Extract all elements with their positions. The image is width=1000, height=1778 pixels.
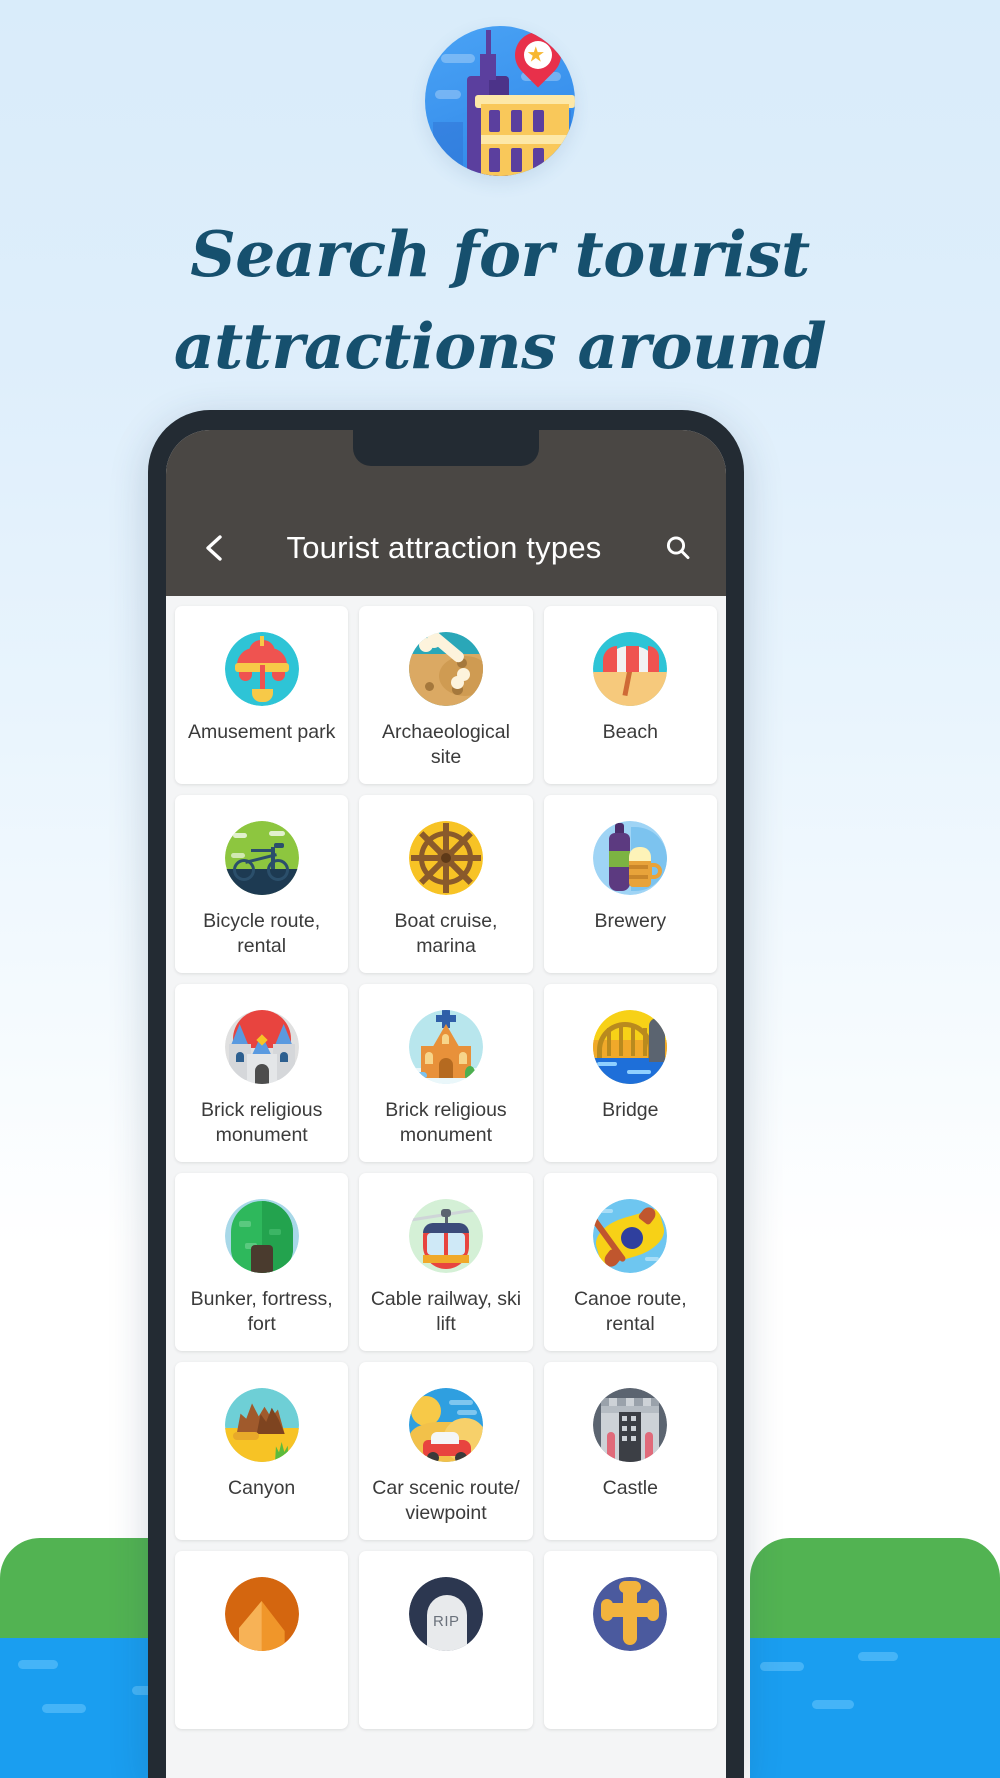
grid-item-castle[interactable]: Castle xyxy=(543,1362,717,1540)
grid-item-beach[interactable]: Beach xyxy=(543,606,717,784)
ship-wheel-icon xyxy=(408,821,483,895)
grid-item-bicycle-route[interactable]: Bicycle route, rental xyxy=(175,795,349,973)
bone-dig-icon xyxy=(408,632,483,706)
grid-item-cross-monument[interactable] xyxy=(543,1551,717,1729)
search-icon xyxy=(666,536,690,560)
headline-line-2: attractions around xyxy=(173,309,827,383)
grid-item-label: Cable railway, ski lift xyxy=(370,1288,522,1335)
grid-item-car-scenic-route[interactable]: Car scenic route/ viewpoint xyxy=(359,1362,533,1540)
grid-item-label: Beach xyxy=(602,721,658,743)
attraction-type-grid: Amusement park Archaeological site Beach… xyxy=(175,606,717,1729)
grass xyxy=(750,1538,1000,1648)
grid-item-amusement-park[interactable]: Amusement park xyxy=(175,606,349,784)
app-bar-title: Tourist attraction types xyxy=(286,530,602,565)
headline-line-1: Search for tourist xyxy=(190,217,810,291)
grid-item-archaeological-site[interactable]: Archaeological site xyxy=(359,606,533,784)
grid-item-cave[interactable] xyxy=(175,1551,349,1729)
cave-icon xyxy=(224,1577,299,1651)
grid-item-label: Canoe route, rental xyxy=(573,1288,687,1335)
grid-item-label: Bunker, fortress, fort xyxy=(190,1288,333,1335)
back-button[interactable] xyxy=(192,526,236,570)
grid-item-boat-cruise[interactable]: Boat cruise, marina xyxy=(359,795,533,973)
grid-item-label: Archaeological site xyxy=(382,721,510,768)
cemetery-icon: RIP xyxy=(408,1577,483,1651)
attraction-type-grid-scroll[interactable]: Amusement park Archaeological site Beach… xyxy=(166,596,726,1778)
beach-umbrella-icon xyxy=(593,632,668,706)
phone-notch xyxy=(353,430,539,466)
bridge-icon xyxy=(593,1010,668,1084)
page-title: Search for tourist attractions around xyxy=(0,208,1000,392)
app-bar: Tourist attraction types xyxy=(166,500,726,596)
car-scenic-icon xyxy=(408,1388,483,1462)
grid-item-bridge[interactable]: Bridge xyxy=(543,984,717,1162)
canoe-icon xyxy=(593,1199,668,1273)
search-button[interactable] xyxy=(656,526,700,570)
phone-mockup: Tourist attraction types Amusement park … xyxy=(148,410,744,1778)
grid-item-label: Boat cruise, marina xyxy=(394,910,498,957)
bunker-icon xyxy=(224,1199,299,1273)
grid-item-cable-railway[interactable]: Cable railway, ski lift xyxy=(359,1173,533,1351)
beer-bottle-icon xyxy=(593,821,668,895)
grid-item-label: Canyon xyxy=(228,1477,296,1499)
grid-item-brick-religious-monument-2[interactable]: Brick religious monument xyxy=(359,984,533,1162)
grid-item-bunker[interactable]: Bunker, fortress, fort xyxy=(175,1173,349,1351)
castle-church-icon xyxy=(224,1010,299,1084)
chevron-left-icon xyxy=(206,535,222,561)
castle-icon xyxy=(593,1388,668,1462)
grid-item-canoe-route[interactable]: Canoe route, rental xyxy=(543,1173,717,1351)
bicycle-icon xyxy=(224,821,299,895)
grid-item-brewery[interactable]: Brewery xyxy=(543,795,717,973)
canyon-icon xyxy=(224,1388,299,1462)
app-icon: ★ xyxy=(425,26,575,176)
grid-item-canyon[interactable]: Canyon xyxy=(175,1362,349,1540)
grid-item-label: Brewery xyxy=(594,910,667,932)
grid-item-label: Car scenic route/ viewpoint xyxy=(372,1477,520,1524)
grid-item-label: Bicycle route, rental xyxy=(203,910,321,957)
church-icon xyxy=(408,1010,483,1084)
scenery-right xyxy=(750,1318,1000,1778)
grid-item-label: Bridge xyxy=(602,1099,659,1121)
status-bar xyxy=(166,430,726,500)
grid-item-label: Brick religious monument xyxy=(385,1099,507,1146)
grid-item-label: Brick religious monument xyxy=(200,1099,323,1146)
water xyxy=(750,1638,1000,1778)
grid-item-label: Castle xyxy=(602,1477,658,1499)
cross-monument-icon xyxy=(593,1577,668,1651)
carousel-icon xyxy=(224,632,299,706)
grid-item-label: Amusement park xyxy=(187,721,336,743)
phone-screen: Tourist attraction types Amusement park … xyxy=(166,430,726,1778)
grid-item-cemetery[interactable]: RIP xyxy=(359,1551,533,1729)
grid-item-brick-religious-monument-1[interactable]: Brick religious monument xyxy=(175,984,349,1162)
cable-car-icon xyxy=(408,1199,483,1273)
